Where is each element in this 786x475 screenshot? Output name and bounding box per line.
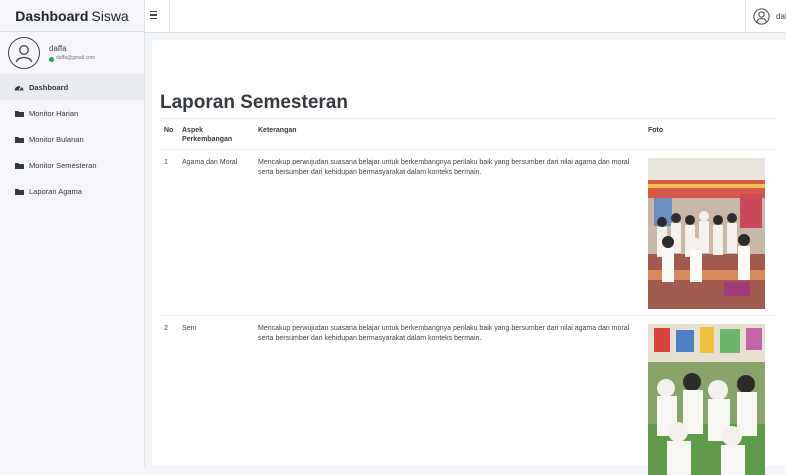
sidebar-item-label: Monitor Harian xyxy=(29,108,79,118)
table-row: 2 Seni Mencakup perwujudan suasana belaj… xyxy=(160,314,776,475)
user-circle-icon xyxy=(753,8,770,25)
cell-aspek: Seni xyxy=(178,314,254,475)
sidebar-item-monitor-semesteran[interactable]: Monitor Semesteran xyxy=(0,152,144,178)
user-menu[interactable]: daffa xyxy=(753,8,786,25)
online-status-icon xyxy=(49,56,54,62)
cell-foto xyxy=(644,314,776,475)
avatar xyxy=(8,37,40,69)
folder-icon xyxy=(14,135,24,143)
sidebar-item-monitor-harian[interactable]: Monitor Harian xyxy=(0,100,144,126)
brand-title-light: Siswa xyxy=(91,7,129,24)
user-panel[interactable]: daffa daffa@gmail.com xyxy=(0,32,144,72)
sidebar-menu: Dashboard Monitor Harian Monitor Bulanan… xyxy=(0,74,144,204)
user-email: daffa@gmail.com xyxy=(56,55,95,62)
sidebar-item-label: Laporan Agama xyxy=(29,186,82,196)
folder-icon xyxy=(14,187,24,195)
divider xyxy=(169,0,170,33)
column-header-no: No xyxy=(160,118,178,150)
sidebar: Dashboard Siswa daffa daffa@gmail.com Da… xyxy=(0,0,145,466)
brand-logo[interactable]: Dashboard Siswa xyxy=(0,0,144,32)
user-name[interactable]: daffa xyxy=(49,44,95,53)
column-header-foto: Foto xyxy=(644,118,776,150)
user-menu-label: daffa xyxy=(776,12,786,21)
sidebar-item-label: Dashboard xyxy=(29,82,69,92)
folder-icon xyxy=(14,109,24,117)
table-row: 1 Agama dan Moral Mencakup perwujudan su… xyxy=(160,148,776,316)
cell-aspek: Agama dan Moral xyxy=(178,148,254,316)
divider xyxy=(745,0,746,33)
cell-no: 2 xyxy=(160,314,178,475)
tachometer-icon xyxy=(14,83,24,91)
top-navbar: daffa xyxy=(145,0,786,33)
column-header-keterangan: Keterangan xyxy=(254,118,644,150)
column-header-aspek: Aspek Perkembangan xyxy=(178,118,254,150)
cell-no: 1 xyxy=(160,148,178,316)
sidebar-item-laporan-agama[interactable]: Laporan Agama xyxy=(0,178,144,204)
user-icon xyxy=(15,45,33,63)
cell-keterangan: Mencakup perwujudan suasana belajar untu… xyxy=(254,148,644,316)
page-title: Laporan Semesteran xyxy=(160,92,348,113)
brand-title-bold: Dashboard xyxy=(15,7,89,24)
folder-icon xyxy=(14,161,24,169)
sidebar-item-monitor-bulanan[interactable]: Monitor Bulanan xyxy=(0,126,144,152)
photo-children-classroom[interactable] xyxy=(648,323,765,475)
table-header-row: No Aspek Perkembangan Keterangan Foto xyxy=(160,118,776,150)
user-status: daffa@gmail.com xyxy=(49,55,95,62)
report-table: No Aspek Perkembangan Keterangan Foto 1 … xyxy=(160,118,776,475)
main-content: Laporan Semesteran No Aspek Perkembangan… xyxy=(152,40,786,475)
cell-keterangan: Mencakup perwujudan suasana belajar untu… xyxy=(254,314,644,475)
sidebar-item-label: Monitor Semesteran xyxy=(29,160,97,170)
cell-foto xyxy=(644,148,776,316)
sidebar-item-label: Monitor Bulanan xyxy=(29,134,84,144)
photo-children-praying[interactable] xyxy=(648,157,765,309)
hamburger-icon[interactable] xyxy=(150,9,160,21)
sidebar-item-dashboard[interactable]: Dashboard xyxy=(0,74,144,100)
